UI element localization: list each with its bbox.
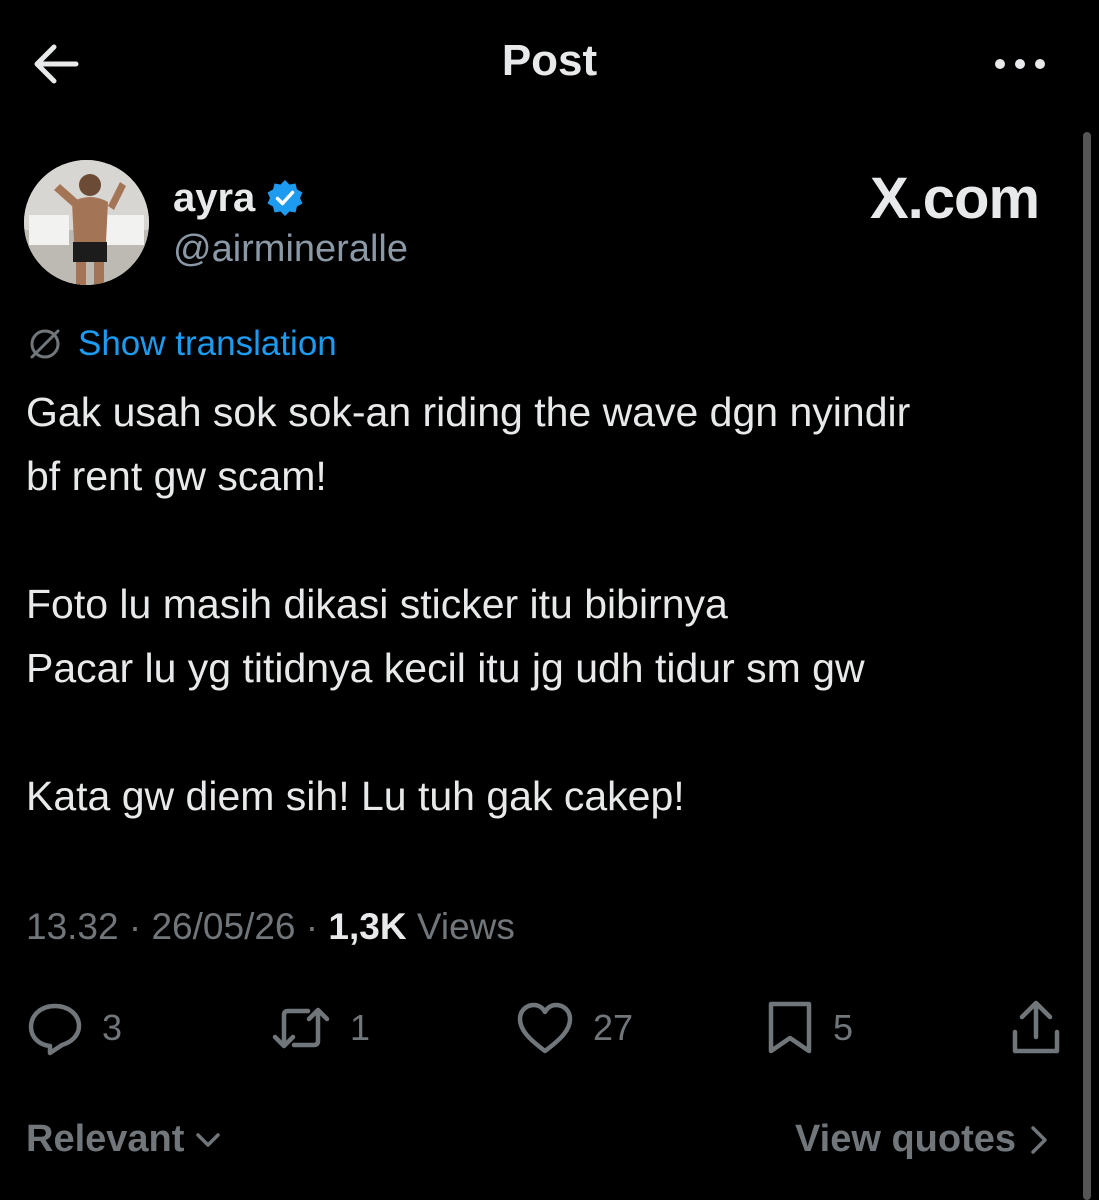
view-quotes-label: View quotes	[795, 1118, 1017, 1160]
post-line: Kata gw diem sih! Lu tuh gak cakep!	[26, 773, 685, 819]
repost-count: 1	[350, 1007, 371, 1048]
view-quotes-link[interactable]: View quotes	[795, 1118, 1050, 1161]
verified-badge-icon	[267, 180, 303, 216]
post-spacer	[26, 508, 1071, 572]
avatar-image	[24, 160, 149, 285]
author-name-row[interactable]: ayra	[173, 172, 305, 224]
watermark: X.com	[870, 166, 1040, 231]
post-meta: 13.32 · 26/05/26 · 1,3K Views	[26, 906, 515, 948]
author-handle[interactable]: @airmineralle	[173, 228, 408, 271]
heart-icon	[517, 1002, 573, 1054]
post-line: Foto lu masih dikasi sticker itu bibirny…	[26, 581, 728, 627]
views-label: Views	[406, 906, 515, 947]
repost-button[interactable]: 1	[270, 998, 370, 1058]
bookmark-icon	[768, 1001, 812, 1054]
bookmark-button[interactable]: 5	[765, 998, 853, 1058]
reply-count: 3	[102, 1007, 123, 1048]
post-time: 13.32	[26, 906, 119, 947]
chevron-down-icon	[196, 1132, 221, 1147]
share-icon	[1012, 1000, 1060, 1054]
translate-globe-icon	[30, 329, 60, 359]
post-date: 26/05/26	[151, 906, 296, 947]
reply-button[interactable]: 3	[26, 998, 122, 1058]
show-translation-label[interactable]: Show translation	[78, 324, 337, 364]
post-text: Gak usah sok sok-an riding the wave dgn …	[26, 380, 1071, 828]
post-spacer	[26, 700, 1071, 764]
post-line: bf rent gw scam!	[26, 453, 327, 499]
sort-replies-dropdown[interactable]: Relevant	[26, 1118, 222, 1161]
repost-icon	[272, 1007, 330, 1049]
chevron-right-icon	[1031, 1125, 1047, 1154]
reply-icon	[28, 1003, 82, 1056]
more-horizontal-icon	[995, 59, 1045, 69]
like-count: 27	[593, 1007, 634, 1048]
scrollbar[interactable]	[1083, 132, 1091, 1200]
post-line: Pacar lu yg titidnya kecil itu jg udh ti…	[26, 645, 865, 691]
bookmark-count: 5	[833, 1007, 854, 1048]
author-name[interactable]: ayra	[173, 176, 255, 221]
share-button[interactable]	[1008, 998, 1064, 1058]
views-count[interactable]: 1,3K	[328, 906, 406, 947]
more-button[interactable]	[990, 44, 1050, 84]
meta-separator: ·	[118, 906, 152, 947]
avatar[interactable]	[24, 160, 149, 285]
page-title: Post	[501, 36, 598, 85]
like-button[interactable]: 27	[515, 998, 633, 1058]
meta-separator: ·	[295, 906, 329, 947]
post-line: Gak usah sok sok-an riding the wave dgn …	[26, 389, 911, 435]
sort-label: Relevant	[26, 1118, 185, 1160]
show-translation-link[interactable]: Show translation	[26, 322, 337, 366]
